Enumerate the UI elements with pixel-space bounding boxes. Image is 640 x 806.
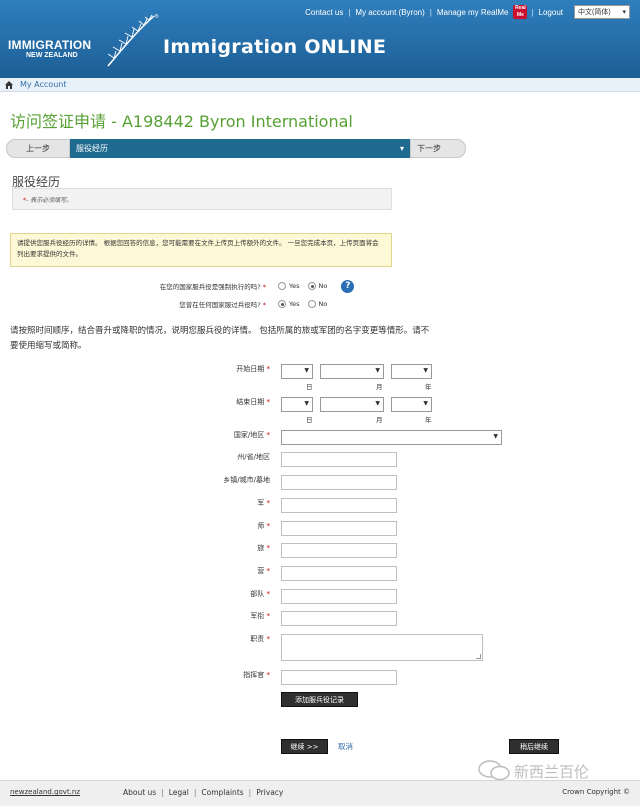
home-icon[interactable] <box>4 80 14 90</box>
commander-input[interactable] <box>281 670 397 685</box>
footer-about-link[interactable]: About us <box>118 788 161 797</box>
chevron-down-icon: ▼ <box>493 433 498 440</box>
add-service-record-button[interactable]: 添加服兵役记录 <box>281 692 358 707</box>
country-label: 国家/地区 * <box>233 431 270 439</box>
footer-links: About us | Legal | Complaints | Privacy <box>118 788 288 797</box>
footer-complaints-link[interactable]: Complaints <box>196 788 248 797</box>
info-box: 请提供您服兵役经历的详情。 根据您回答的信息，您可能需要在文件上传页上传额外的文… <box>10 233 392 267</box>
end-date-label: 结束日期 * <box>236 398 270 406</box>
step-navigation: 上一步 服役经历 ▾ 下一步 <box>6 139 466 158</box>
brigade-label: 旅 * <box>257 544 270 552</box>
question-compulsory: 在您的国家服兵役是强制执行的吗? * Yes No ? <box>0 279 355 293</box>
radio-compulsory-yes[interactable] <box>278 282 286 290</box>
language-value: 中文(简体) <box>578 9 611 16</box>
page-title: 访问签证申请 - A198442 Byron International <box>10 112 353 131</box>
manage-realme-link[interactable]: Manage my RealMe <box>432 8 514 17</box>
logo-text-line2: NEW ZEALAND <box>26 52 78 59</box>
copyright-text: Crown Copyright © <box>562 788 630 796</box>
end-day-select[interactable]: ▼ <box>281 397 313 412</box>
cancel-link[interactable]: 取消 <box>338 741 353 752</box>
brigade-input[interactable] <box>281 543 397 558</box>
required-note-text: - 表示必须填写。 <box>26 197 73 204</box>
question-label: 在您的国家服兵役是强制执行的吗? <box>159 283 261 291</box>
wechat-watermark-icon <box>478 760 510 781</box>
chevron-down-icon: ▼ <box>375 367 380 374</box>
commander-label: 指挥官 * <box>243 671 270 679</box>
radio-compulsory-no[interactable] <box>307 282 316 290</box>
end-month-select[interactable]: ▼ <box>320 397 384 412</box>
chevron-down-icon: ▾ <box>399 144 404 153</box>
help-icon[interactable]: ? <box>341 279 355 293</box>
battalion-label: 营 * <box>257 567 270 575</box>
chevron-down-icon: ▼ <box>423 400 428 407</box>
town-input[interactable] <box>281 475 397 490</box>
silver-fern-icon: ® <box>107 13 159 67</box>
breadcrumb: My Account <box>0 78 640 92</box>
nz-govt-link[interactable]: newzealand.govt.nz <box>10 788 80 796</box>
contact-us-link[interactable]: Contact us <box>300 8 348 17</box>
immigration-nz-logo[interactable]: ® IMMIGRATION NEW ZEALAND <box>8 12 159 72</box>
watermark-text: 新西兰百伦 <box>514 763 590 781</box>
previous-step-button[interactable]: 上一步 <box>6 139 70 158</box>
instructions-text: 请按照时间顺序，结合晋升或降职的情况，说明您服兵役的详情。 包括所属的旅或军团的… <box>10 326 430 351</box>
rank-label: 军衔 * <box>250 612 270 620</box>
army-input[interactable] <box>281 498 397 513</box>
division-label: 师 * <box>257 522 270 530</box>
continue-button[interactable]: 继续 >> <box>281 739 328 754</box>
duties-label: 职责 * <box>250 635 270 643</box>
town-label: 乡镇/城市/墓地 <box>223 476 270 484</box>
battalion-input[interactable] <box>281 566 397 581</box>
next-step-button[interactable]: 下一步 <box>410 139 466 158</box>
state-input[interactable] <box>281 452 397 467</box>
chevron-down-icon: ▾ <box>622 9 626 16</box>
question-served: 您曾在任何国家服过兵役吗? * Yes No <box>179 300 328 309</box>
month-unit: 月 <box>376 416 383 424</box>
chevron-down-icon: ▼ <box>304 400 309 407</box>
start-day-select[interactable]: ▼ <box>281 364 313 379</box>
unit-label: 部队 * <box>250 590 270 598</box>
realme-logo-icon: Real Me <box>513 5 528 19</box>
footer-legal-link[interactable]: Legal <box>164 788 194 797</box>
rank-input[interactable] <box>281 611 397 626</box>
footer-privacy-link[interactable]: Privacy <box>251 788 288 797</box>
question-label: 您曾在任何国家服过兵役吗? <box>179 301 261 309</box>
logout-link[interactable]: Logout <box>534 8 568 17</box>
year-unit: 年 <box>425 383 432 391</box>
year-unit: 年 <box>425 416 432 424</box>
unit-input[interactable] <box>281 589 397 604</box>
end-year-select[interactable]: ▼ <box>391 397 432 412</box>
step-select-value: 服役经历 <box>76 144 108 153</box>
step-select[interactable]: 服役经历 ▾ <box>70 139 410 158</box>
resize-grip-icon[interactable] <box>476 654 481 659</box>
day-unit: 日 <box>306 383 313 391</box>
chevron-down-icon: ▼ <box>304 367 309 374</box>
day-unit: 日 <box>306 416 313 424</box>
radio-served-no[interactable] <box>307 300 316 308</box>
chevron-down-icon: ▼ <box>375 400 380 407</box>
site-header: ® IMMIGRATION NEW ZEALAND Immigration ON… <box>0 0 640 78</box>
duties-textarea[interactable] <box>281 634 483 661</box>
app-title: Immigration ONLINE <box>163 36 387 58</box>
site-footer: newzealand.govt.nz About us | Legal | Co… <box>0 780 640 806</box>
svg-text:®: ® <box>154 13 159 20</box>
country-select[interactable]: ▼ <box>281 430 502 445</box>
start-year-select[interactable]: ▼ <box>391 364 432 379</box>
chevron-down-icon: ▼ <box>423 367 428 374</box>
army-label: 军 * <box>257 499 270 507</box>
language-select[interactable]: 中文(简体) ▾ <box>574 5 630 19</box>
save-continue-later-button[interactable]: 稍后继续 <box>509 739 559 754</box>
required-note: *- 表示必须填写。 <box>12 188 392 210</box>
state-label: 州/省/地区 <box>237 453 270 461</box>
division-input[interactable] <box>281 521 397 536</box>
my-account-link[interactable]: My account (Byron) <box>350 8 429 17</box>
month-unit: 月 <box>376 383 383 391</box>
start-date-label: 开始日期 * <box>236 365 270 373</box>
radio-served-yes[interactable] <box>278 300 286 308</box>
logo-text-line1: IMMIGRATION <box>8 38 92 52</box>
top-links: Contact us | My account (Byron) | Manage… <box>300 4 630 20</box>
start-month-select[interactable]: ▼ <box>320 364 384 379</box>
breadcrumb-my-account[interactable]: My Account <box>20 80 66 89</box>
